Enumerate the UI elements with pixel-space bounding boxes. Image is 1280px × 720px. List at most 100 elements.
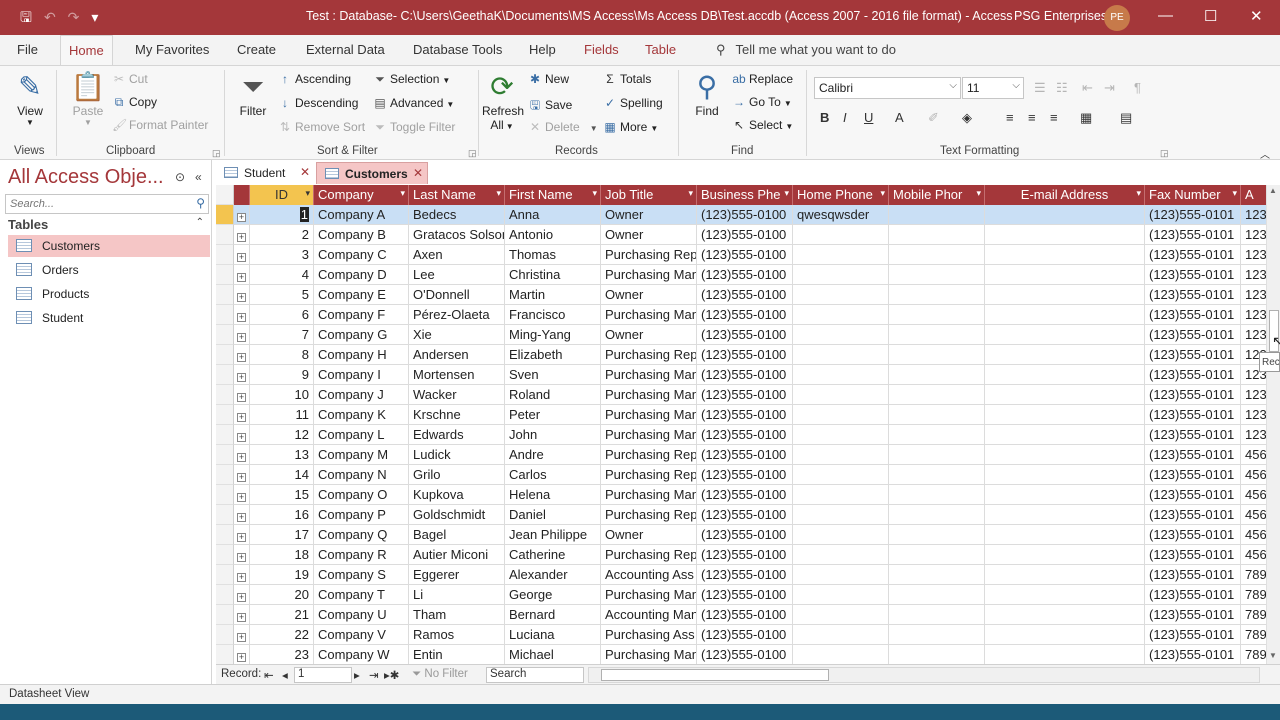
- bullets-icon[interactable]: ☰: [1034, 80, 1046, 96]
- tab-my-favorites[interactable]: My Favorites: [135, 42, 209, 57]
- cell-job-title[interactable]: Purchasing Man: [601, 425, 697, 445]
- cell-home-phone[interactable]: [793, 645, 889, 664]
- cell-last-name[interactable]: Li: [409, 585, 505, 605]
- cell-email-address[interactable]: [985, 425, 1145, 445]
- table-row[interactable]: +11 Company K Krschne Peter Purchasing Man (1…: [216, 405, 1266, 425]
- sort-filter-launcher-icon[interactable]: ◲: [468, 148, 477, 159]
- cell-id[interactable]: 15: [250, 485, 314, 505]
- record-selector[interactable]: [216, 645, 234, 664]
- record-selector[interactable]: [216, 265, 234, 285]
- column-header-mobile-phone[interactable]: Mobile Phor ▾: [889, 185, 985, 205]
- cell-id[interactable]: 3: [250, 245, 314, 265]
- cell-first-name[interactable]: Carlos: [505, 465, 601, 485]
- table-row[interactable]: +19 Company S Eggerer Alexander Accounting A…: [216, 565, 1266, 585]
- record-selector[interactable]: [216, 365, 234, 385]
- avatar[interactable]: PE: [1104, 5, 1130, 31]
- column-filter-dropdown-icon[interactable]: ▾: [305, 188, 310, 199]
- cell-id[interactable]: 2: [250, 225, 314, 245]
- cell-last-name[interactable]: Edwards: [409, 425, 505, 445]
- subdatasheet-expand[interactable]: +: [234, 425, 250, 445]
- column-header-job-title[interactable]: Job Title ▾: [601, 185, 697, 205]
- cell-id[interactable]: 16: [250, 505, 314, 525]
- cell-fax-number[interactable]: (123)555-0101: [1145, 425, 1241, 445]
- cell-fax-number[interactable]: (123)555-0101: [1145, 285, 1241, 305]
- cell-job-title[interactable]: Owner: [601, 525, 697, 545]
- record-selector[interactable]: [216, 245, 234, 265]
- table-row[interactable]: +20 Company T Li George Purchasing Man (123)5…: [216, 585, 1266, 605]
- cell-mobile-phone[interactable]: [889, 585, 985, 605]
- cell-email-address[interactable]: [985, 625, 1145, 645]
- cell-mobile-phone[interactable]: [889, 645, 985, 664]
- column-filter-dropdown-icon[interactable]: ▾: [496, 188, 501, 199]
- cell-business-phone[interactable]: (123)555-0100: [697, 645, 793, 664]
- cell-business-phone[interactable]: (123)555-0100: [697, 425, 793, 445]
- subdatasheet-expand[interactable]: +: [234, 265, 250, 285]
- user-name[interactable]: PSG Enterprises: [1014, 9, 1107, 23]
- cell-business-phone[interactable]: (123)555-0100: [697, 625, 793, 645]
- cell-address[interactable]: 456: [1241, 445, 1266, 465]
- cell-address[interactable]: 123: [1241, 205, 1266, 225]
- cell-fax-number[interactable]: (123)555-0101: [1145, 625, 1241, 645]
- cell-fax-number[interactable]: (123)555-0101: [1145, 465, 1241, 485]
- tab-home[interactable]: Home: [60, 35, 113, 66]
- record-selector[interactable]: [216, 505, 234, 525]
- subdatasheet-expand[interactable]: +: [234, 325, 250, 345]
- cell-address[interactable]: 123: [1241, 325, 1266, 345]
- cell-business-phone[interactable]: (123)555-0100: [697, 245, 793, 265]
- view-button[interactable]: ✎ View ▼: [12, 70, 48, 127]
- cell-address[interactable]: 456: [1241, 505, 1266, 525]
- cell-fax-number[interactable]: (123)555-0101: [1145, 485, 1241, 505]
- cell-first-name[interactable]: Christina: [505, 265, 601, 285]
- cell-business-phone[interactable]: (123)555-0100: [697, 265, 793, 285]
- tab-external-data[interactable]: External Data: [306, 42, 385, 57]
- toggle-filter-button[interactable]: ⏷ Toggle Filter: [373, 120, 455, 135]
- cell-first-name[interactable]: Daniel: [505, 505, 601, 525]
- subdatasheet-expand[interactable]: +: [234, 505, 250, 525]
- cell-address[interactable]: 456: [1241, 525, 1266, 545]
- font-name-dropdown[interactable]: Calibri ⌵: [814, 77, 961, 99]
- cell-business-phone[interactable]: (123)555-0100: [697, 325, 793, 345]
- cell-company[interactable]: Company U: [314, 605, 409, 625]
- customize-qat-icon[interactable]: ▾: [91, 8, 98, 26]
- cell-fax-number[interactable]: (123)555-0101: [1145, 645, 1241, 664]
- cell-last-name[interactable]: Goldschmidt: [409, 505, 505, 525]
- cell-last-name[interactable]: Bedecs: [409, 205, 505, 225]
- cell-fax-number[interactable]: (123)555-0101: [1145, 565, 1241, 585]
- cell-company[interactable]: Company D: [314, 265, 409, 285]
- record-selector[interactable]: [216, 285, 234, 305]
- cell-company[interactable]: Company B: [314, 225, 409, 245]
- subdatasheet-expand[interactable]: +: [234, 385, 250, 405]
- cell-last-name[interactable]: Tham: [409, 605, 505, 625]
- cell-fax-number[interactable]: (123)555-0101: [1145, 205, 1241, 225]
- cell-address[interactable]: 789: [1241, 625, 1266, 645]
- cell-home-phone[interactable]: [793, 625, 889, 645]
- column-header-company[interactable]: Company ▾: [314, 185, 409, 205]
- cell-company[interactable]: Company V: [314, 625, 409, 645]
- numbering-icon[interactable]: ☷: [1056, 80, 1068, 96]
- cell-id[interactable]: 14: [250, 465, 314, 485]
- no-filter-indicator[interactable]: ⏷ No Filter: [412, 668, 468, 681]
- cell-first-name[interactable]: Sven: [505, 365, 601, 385]
- cell-job-title[interactable]: Purchasing Man: [601, 405, 697, 425]
- cell-last-name[interactable]: Axen: [409, 245, 505, 265]
- cell-business-phone[interactable]: (123)555-0100: [697, 465, 793, 485]
- gridlines-icon[interactable]: ▦: [1080, 110, 1092, 126]
- cell-mobile-phone[interactable]: [889, 345, 985, 365]
- cell-email-address[interactable]: [985, 585, 1145, 605]
- cell-job-title[interactable]: Purchasing Man: [601, 305, 697, 325]
- table-row[interactable]: +4 Company D Lee Christina Purchasing Man (12…: [216, 265, 1266, 285]
- tab-file[interactable]: File: [17, 42, 38, 57]
- minimize-button[interactable]: —: [1158, 7, 1173, 24]
- cell-last-name[interactable]: Pérez-Olaeta: [409, 305, 505, 325]
- record-selector[interactable]: [216, 545, 234, 565]
- cell-business-phone[interactable]: (123)555-0100: [697, 345, 793, 365]
- cell-business-phone[interactable]: (123)555-0100: [697, 525, 793, 545]
- cell-last-name[interactable]: Entin: [409, 645, 505, 664]
- cell-fax-number[interactable]: (123)555-0101: [1145, 605, 1241, 625]
- cell-address[interactable]: 123: [1241, 285, 1266, 305]
- cell-company[interactable]: Company A: [314, 205, 409, 225]
- more-button[interactable]: ▦ More ▼: [603, 120, 658, 134]
- cell-home-phone[interactable]: [793, 325, 889, 345]
- table-row[interactable]: +5 Company E O'Donnell Martin Owner (123)555-…: [216, 285, 1266, 305]
- cell-address[interactable]: 456: [1241, 485, 1266, 505]
